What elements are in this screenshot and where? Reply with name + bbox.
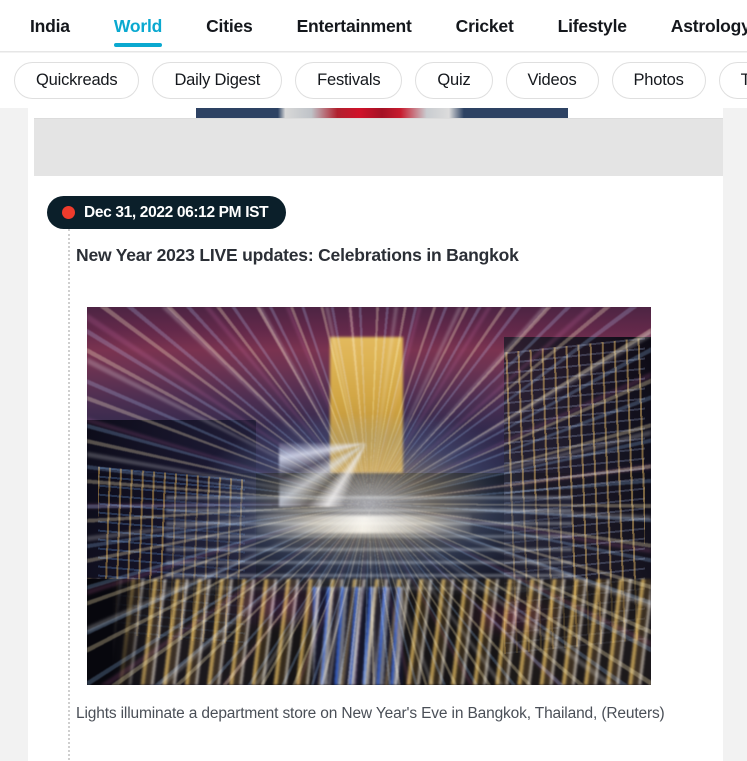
nav-tab-india[interactable]: India <box>8 0 92 51</box>
entry-timeline-connector <box>68 229 70 761</box>
top-navigation-tabs: India World Cities Entertainment Cricket… <box>0 0 747 51</box>
entry-headline[interactable]: New Year 2023 LIVE updates: Celebrations… <box>76 244 716 267</box>
chip-tech[interactable]: Te <box>718 61 747 100</box>
chip-videos[interactable]: Videos <box>505 61 599 100</box>
nav-tab-entertainment[interactable]: Entertainment <box>275 0 434 51</box>
category-chip-bar: Quickreads Daily Digest Festivals Quiz V… <box>0 53 747 108</box>
page-scroll-region[interactable]: Dec 31, 2022 06:12 PM IST New Year 2023 … <box>0 108 747 761</box>
chip-quickreads[interactable]: Quickreads <box>14 61 140 100</box>
entry-timestamp-text: Dec 31, 2022 06:12 PM IST <box>84 203 269 221</box>
bangkok-newyear-photo <box>87 307 651 685</box>
chip-daily-digest[interactable]: Daily Digest <box>152 61 283 100</box>
left-gutter <box>0 108 28 761</box>
nav-tab-cricket[interactable]: Cricket <box>434 0 536 51</box>
entry-photo[interactable] <box>87 307 651 685</box>
nav-tab-cities[interactable]: Cities <box>184 0 274 51</box>
live-blog-card: Dec 31, 2022 06:12 PM IST New Year 2023 … <box>28 108 723 761</box>
entry-photo-caption: Lights illuminate a department store on … <box>76 705 665 722</box>
chip-quiz[interactable]: Quiz <box>415 61 493 100</box>
category-chip-list: Quickreads Daily Digest Festivals Quiz V… <box>0 53 747 108</box>
live-indicator-dot <box>62 206 75 219</box>
right-gutter <box>723 108 747 761</box>
advertisement-placeholder[interactable] <box>34 118 723 176</box>
chip-festivals[interactable]: Festivals <box>295 61 403 100</box>
nav-tab-astrology[interactable]: Astrology <box>649 0 747 51</box>
nav-tab-lifestyle[interactable]: Lifestyle <box>536 0 649 51</box>
previous-article-image-sliver <box>196 108 568 118</box>
nav-tab-world[interactable]: World <box>92 0 184 51</box>
chip-photos[interactable]: Photos <box>611 61 706 100</box>
top-navigation-bar: India World Cities Entertainment Cricket… <box>0 0 747 52</box>
entry-body: New Year 2023 LIVE updates: Celebrations… <box>76 244 716 289</box>
photo-center-glow <box>205 416 533 591</box>
entry-timestamp-badge[interactable]: Dec 31, 2022 06:12 PM IST <box>47 196 287 229</box>
